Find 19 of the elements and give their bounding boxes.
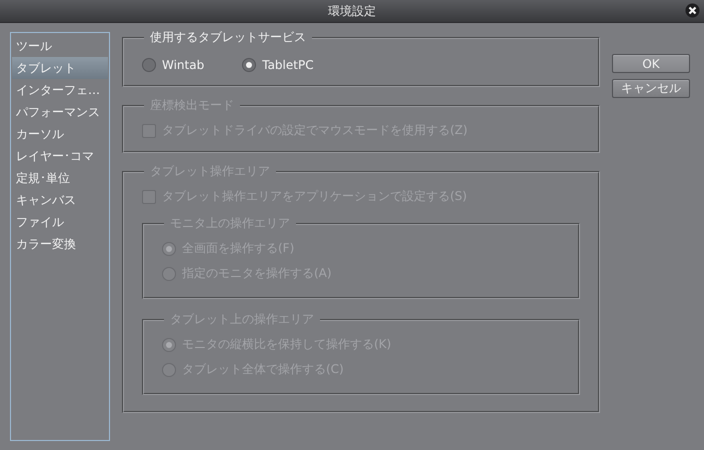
option-label: TabletPC xyxy=(262,58,314,72)
category-item[interactable]: 定規･単位 xyxy=(12,167,108,189)
ok-button[interactable]: OK xyxy=(612,54,690,73)
category-item[interactable]: パフォーマンス xyxy=(12,101,108,123)
option-label: Wintab xyxy=(162,58,204,72)
radio-button[interactable] xyxy=(142,58,156,72)
cancel-button[interactable]: キャンセル xyxy=(612,79,690,98)
window-title: 環境設定 xyxy=(328,2,376,20)
radio-button[interactable] xyxy=(242,58,256,72)
category-item[interactable]: ツール xyxy=(12,35,108,57)
category-item[interactable]: インターフェ… xyxy=(12,79,108,101)
group-title: 使用するタブレットサービス xyxy=(149,29,307,46)
category-item[interactable]: カラー変換 xyxy=(12,233,108,255)
close-icon[interactable] xyxy=(685,3,700,18)
category-item[interactable]: カーソル xyxy=(12,123,108,145)
category-item[interactable]: ファイル xyxy=(12,211,108,233)
category-item[interactable]: キャンバス xyxy=(12,189,108,211)
category-item[interactable]: レイヤー･コマ xyxy=(12,145,108,167)
category-item[interactable]: タブレット xyxy=(12,57,108,79)
